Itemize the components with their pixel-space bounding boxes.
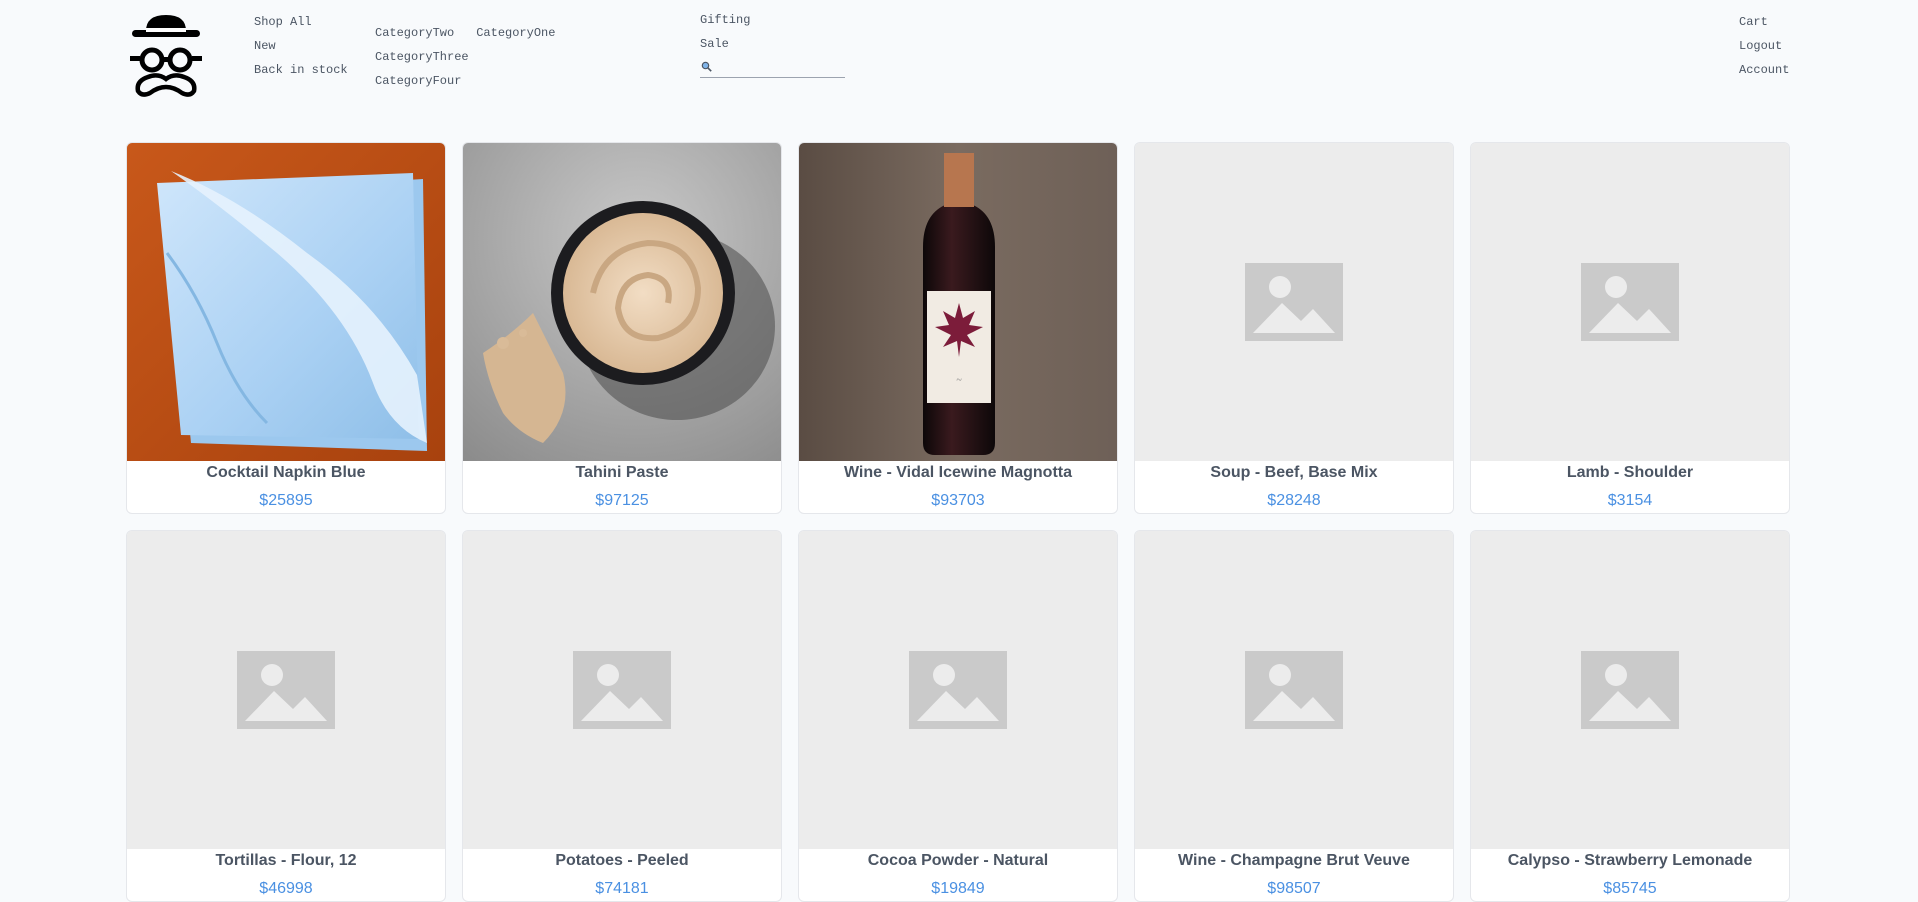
product-name: Soup - Beef, Base Mix — [1210, 464, 1378, 481]
image-placeholder-icon — [1135, 143, 1453, 461]
product-price: $3154 — [1607, 492, 1653, 509]
product-price: $74181 — [595, 880, 649, 897]
product-card[interactable]: Tortillas - Flour, 12 $46998 — [126, 530, 446, 902]
product-price: $97125 — [595, 492, 649, 509]
product-card[interactable]: Soup - Beef, Base Mix $28248 — [1134, 142, 1454, 514]
product-image: ~ — [799, 143, 1117, 461]
product-price: $46998 — [259, 880, 313, 897]
product-image — [127, 143, 445, 461]
nav-sale[interactable]: Sale — [700, 36, 750, 60]
product-card[interactable]: Calypso - Strawberry Lemonade $85745 — [1470, 530, 1790, 902]
nav-cart[interactable]: Cart — [1739, 14, 1789, 38]
product-card[interactable]: Lamb - Shoulder $3154 — [1470, 142, 1790, 514]
product-name: Wine - Champagne Brut Veuve — [1178, 852, 1410, 869]
nav-logout[interactable]: Logout — [1739, 38, 1789, 62]
product-image — [1135, 143, 1453, 461]
primary-nav: Shop All New Back in stock — [254, 14, 348, 86]
product-image — [1135, 531, 1453, 849]
image-placeholder-icon — [463, 531, 781, 849]
nav-shop-all[interactable]: Shop All — [254, 14, 348, 38]
product-card[interactable]: Potatoes - Peeled $74181 — [462, 530, 782, 902]
product-card[interactable]: Cocoa Powder - Natural $19849 — [798, 530, 1118, 902]
product-name: Potatoes - Peeled — [555, 852, 689, 869]
nav-back-in-stock[interactable]: Back in stock — [254, 62, 348, 86]
product-image — [799, 531, 1117, 849]
product-price: $93703 — [931, 492, 985, 509]
search-box — [700, 59, 845, 78]
account-nav: Cart Logout Account — [1739, 14, 1789, 86]
site-header: Shop All New Back in stock CategoryTwo C… — [0, 0, 1918, 110]
product-price: $25895 — [259, 492, 313, 509]
nav-category-one[interactable]: CategoryOne — [476, 25, 555, 49]
product-name: Wine - Vidal Icewine Magnotta — [843, 464, 1073, 481]
napkin-image — [127, 143, 445, 461]
product-card[interactable]: ~ Wine - Vidal Icewine Magnotta $93703 — [798, 142, 1118, 514]
product-image — [463, 143, 781, 461]
product-image — [1471, 143, 1789, 461]
product-price: $28248 — [1267, 492, 1321, 509]
product-price: $19849 — [931, 880, 985, 897]
product-card[interactable]: Wine - Champagne Brut Veuve $98507 — [1134, 530, 1454, 902]
logo-icon[interactable] — [128, 11, 204, 97]
svg-text:~: ~ — [956, 375, 962, 386]
product-image — [463, 531, 781, 849]
nav-category-four[interactable]: CategoryFour — [375, 73, 461, 97]
search-input[interactable] — [716, 59, 842, 75]
image-placeholder-icon — [127, 531, 445, 849]
product-name: Calypso - Strawberry Lemonade — [1507, 852, 1753, 869]
nav-gifting[interactable]: Gifting — [700, 12, 750, 36]
product-image — [1471, 531, 1789, 849]
product-card[interactable]: Tahini Paste $97125 — [462, 142, 782, 514]
tahini-image — [463, 143, 781, 461]
magnifier-icon — [701, 61, 712, 72]
category-nav: CategoryTwo CategoryOne CategoryThree Ca… — [375, 25, 675, 97]
image-placeholder-icon — [799, 531, 1117, 849]
product-name: Tortillas - Flour, 12 — [215, 852, 357, 869]
product-image — [127, 531, 445, 849]
product-name: Tahini Paste — [575, 464, 669, 481]
product-name: Cocoa Powder - Natural — [867, 852, 1049, 869]
product-price: $85745 — [1603, 880, 1657, 897]
secondary-nav: Gifting Sale — [700, 12, 750, 60]
product-name: Lamb - Shoulder — [1566, 464, 1694, 481]
nav-new[interactable]: New — [254, 38, 348, 62]
product-price: $98507 — [1267, 880, 1321, 897]
image-placeholder-icon — [1471, 143, 1789, 461]
nav-account[interactable]: Account — [1739, 62, 1789, 86]
nav-category-two[interactable]: CategoryTwo — [375, 25, 454, 49]
product-card[interactable]: Cocktail Napkin Blue $25895 — [126, 142, 446, 514]
image-placeholder-icon — [1471, 531, 1789, 849]
wine-bottle-image: ~ — [799, 143, 1117, 461]
nav-category-three[interactable]: CategoryThree — [375, 49, 469, 73]
image-placeholder-icon — [1135, 531, 1453, 849]
product-name: Cocktail Napkin Blue — [206, 464, 366, 481]
